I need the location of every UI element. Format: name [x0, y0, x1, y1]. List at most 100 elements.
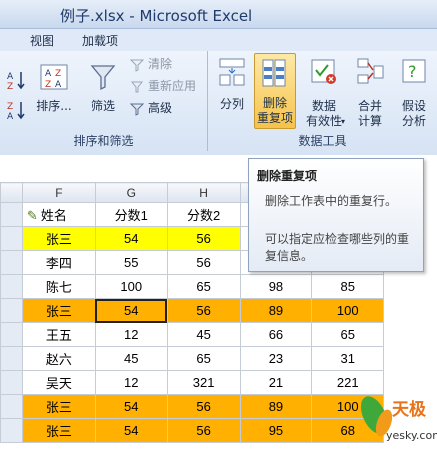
empty-area	[384, 347, 437, 371]
cell-s2[interactable]: 321	[166, 370, 241, 395]
cell-s2[interactable]: 65	[166, 274, 241, 299]
cell-s1[interactable]: 100	[94, 274, 168, 299]
cell-s1[interactable]: 分数1	[94, 202, 168, 227]
consolidate-label-1: 合并	[357, 99, 382, 113]
cell-name[interactable]: 张三	[21, 226, 96, 251]
cell-s3[interactable]: 95	[239, 418, 313, 443]
cell-s3[interactable]: 98	[239, 274, 313, 299]
cell-s3[interactable]: 66	[239, 322, 313, 347]
cell-s2[interactable]: 分数2	[166, 202, 241, 227]
cell-name[interactable]: 张三	[21, 418, 96, 443]
cell-s1[interactable]: 54	[94, 226, 168, 251]
remove-duplicates-button[interactable]: 删除 重复项	[254, 53, 296, 129]
cell-s3[interactable]: 21	[239, 370, 313, 395]
row-header[interactable]	[0, 298, 23, 323]
cell-name[interactable]: 李四	[21, 250, 96, 275]
cell-name[interactable]: 王五	[21, 322, 96, 347]
row-header[interactable]	[0, 226, 23, 251]
cell-s1[interactable]: 54	[94, 298, 168, 323]
clear-button[interactable]: 清除	[130, 57, 202, 73]
reapply-icon	[130, 81, 144, 93]
row-header[interactable]	[0, 274, 23, 299]
text-to-columns-button[interactable]: 分列	[212, 57, 252, 121]
cell-s4[interactable]: 31	[311, 346, 385, 371]
table-row: 赵六 45 65 23 31	[0, 346, 437, 371]
cell-name[interactable]: 陈七	[21, 274, 96, 299]
column-header-f[interactable]: F	[21, 182, 96, 203]
row-header[interactable]	[0, 418, 23, 443]
sort-az-icon: AZ	[7, 72, 25, 91]
row-header[interactable]	[0, 250, 23, 275]
cell-s1[interactable]: 12	[94, 370, 168, 395]
data-validation-button[interactable]: 数据 有效性 ▾	[300, 57, 348, 128]
cell-s3[interactable]: 23	[239, 346, 313, 371]
row-header[interactable]	[0, 394, 23, 419]
what-if-analysis-button[interactable]: ? 假设 分析	[392, 57, 436, 128]
cell-s1[interactable]: 54	[94, 394, 168, 419]
sort-button[interactable]: AZZA 排序...	[34, 61, 74, 119]
remove-duplicates-icon	[262, 59, 286, 87]
cell-name[interactable]: 赵六	[21, 346, 96, 371]
row-header[interactable]	[0, 346, 23, 371]
svg-text:?: ?	[408, 62, 417, 81]
consolidate-label-2: 计算	[357, 114, 382, 128]
advanced-label: 高级	[148, 101, 173, 115]
cell-s4[interactable]: 85	[311, 274, 385, 299]
svg-text:Z: Z	[45, 80, 51, 90]
empty-area	[384, 275, 437, 299]
cell-s1[interactable]: 12	[94, 322, 168, 347]
svg-text:A: A	[7, 72, 14, 82]
cell-s1[interactable]: 55	[94, 250, 168, 275]
advanced-button[interactable]: 高级	[130, 101, 202, 117]
cell-s2[interactable]: 56	[166, 226, 241, 251]
data-validation-label-1: 数据	[311, 99, 336, 113]
cell-s2[interactable]: 56	[166, 298, 241, 323]
tooltip-title: 删除重复项	[257, 169, 318, 183]
text-to-columns-icon	[219, 58, 245, 86]
cell-name[interactable]: 张三	[21, 394, 96, 419]
row-header[interactable]	[0, 202, 23, 227]
sort-dialog-icon: A ZZ A	[40, 64, 68, 90]
filter-button[interactable]: 筛选	[84, 61, 122, 119]
sort-filter-group: AZ ZA AZZA 排序... 筛选 清除 重新应用 高级 排序和筛选	[0, 51, 208, 151]
cell-s4[interactable]: 65	[311, 322, 385, 347]
column-header-g[interactable]: G	[94, 182, 168, 203]
sort-descending-button[interactable]: ZA	[6, 99, 28, 121]
cell-name[interactable]: ✎ 姓名	[21, 202, 96, 227]
title-bar: 例子.xlsx - Microsoft Excel	[0, 0, 437, 29]
data-validation-icon	[311, 59, 336, 84]
cell-s2[interactable]: 56	[166, 394, 241, 419]
tab-addins[interactable]: 加载项	[82, 32, 118, 49]
window-title: 例子.xlsx - Microsoft Excel	[60, 7, 253, 25]
clear-label: 清除	[148, 57, 173, 71]
remove-duplicates-tooltip: 删除重复项 删除工作表中的重复行。 可以指定应检查哪些列的重复信息。	[248, 158, 424, 272]
what-if-analysis-label-1: 假设	[401, 99, 426, 113]
cell-s1[interactable]: 45	[94, 346, 168, 371]
reapply-label: 重新应用	[148, 79, 197, 93]
cell-s3[interactable]: 89	[239, 394, 313, 419]
cell-s3[interactable]: 89	[239, 298, 313, 323]
svg-text:Z: Z	[55, 69, 61, 79]
svg-text:A: A	[7, 112, 14, 121]
sort-filter-group-label: 排序和筛选	[73, 134, 134, 148]
row-header[interactable]	[0, 370, 23, 395]
column-header-h[interactable]: H	[166, 182, 241, 203]
cell-s2[interactable]: 56	[166, 418, 241, 443]
text-to-columns-label: 分列	[219, 97, 244, 111]
sort-ascending-button[interactable]: AZ	[6, 69, 28, 91]
cell-name[interactable]: 吴天	[21, 370, 96, 395]
cell-s2[interactable]: 56	[166, 250, 241, 275]
reapply-button[interactable]: 重新应用	[130, 79, 206, 95]
row-header[interactable]	[0, 322, 23, 347]
cell-s2[interactable]: 65	[166, 346, 241, 371]
cell-s4[interactable]: 100	[311, 298, 385, 323]
cell-s1[interactable]: 54	[94, 418, 168, 443]
data-tools-group-label: 数据工具	[298, 134, 347, 148]
consolidate-button[interactable]: 合并 计算	[350, 57, 390, 128]
cell-name[interactable]: 张三	[21, 298, 96, 323]
tab-view[interactable]: 视图	[30, 32, 54, 49]
cell-s2[interactable]: 45	[166, 322, 241, 347]
ribbon-tabs: 视图 加载项	[0, 29, 437, 52]
corner-cell[interactable]	[0, 182, 23, 203]
svg-text:Z: Z	[7, 102, 13, 112]
